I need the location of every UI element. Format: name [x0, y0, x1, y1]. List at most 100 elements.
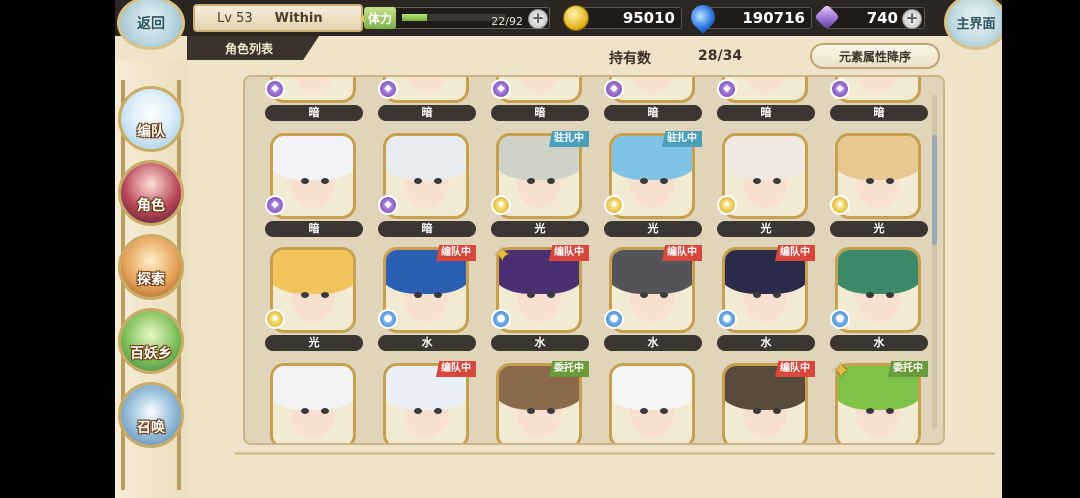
eye: [886, 408, 894, 414]
element-label: 暗: [378, 221, 476, 237]
element-label: 光: [491, 221, 589, 237]
crystal-value: 190716: [742, 9, 805, 27]
eye: [434, 292, 442, 298]
gold-coin-icon: [563, 5, 589, 31]
gem-counter: 740 +: [814, 4, 925, 30]
nav-formation-label: 编队: [137, 124, 165, 140]
eye: [660, 408, 668, 414]
eye: [414, 292, 422, 298]
element-badge-icon: ◆: [604, 79, 624, 99]
stamina-count: 22/92: [491, 15, 523, 28]
element-badge-icon: ◆: [378, 79, 398, 99]
nav-explore[interactable]: 探索: [118, 234, 184, 300]
add-stamina-button[interactable]: +: [528, 9, 548, 29]
eye: [301, 408, 309, 414]
hair: [273, 366, 353, 410]
eye: [866, 292, 874, 298]
status-tag: 委托中: [549, 361, 589, 377]
element-badge-icon: ●: [830, 309, 850, 329]
nav-village-label: 百妖乡: [130, 346, 172, 362]
eye: [640, 408, 648, 414]
element-label: 水: [830, 335, 928, 351]
add-gem-button[interactable]: +: [902, 9, 922, 29]
hair: [273, 250, 353, 294]
stamina-label: 体力: [364, 7, 397, 29]
eye: [773, 178, 781, 184]
status-tag: 编队中: [775, 361, 815, 377]
eye: [753, 408, 761, 414]
game-screen: 返回 Lv 53 Within ✦ 体力 22/92 + 95010 19071…: [115, 0, 1002, 498]
status-tag: 编队中: [436, 361, 476, 377]
eye: [753, 178, 761, 184]
hair: [273, 136, 353, 180]
character-portrait: [609, 363, 695, 443]
hair: [838, 136, 918, 180]
player-info: Lv 53 Within ✦: [193, 4, 373, 32]
character-grid: ◆ 暗 ◆ 暗 ◆ 暗 ◆ 暗 ◆ 暗 ◆ 暗 ◆ 暗 ◆ 暗 ★ 驻扎中光 ★ 驻扎中光 ★ 光 ★ 光 ★ 光 ● 编队中水 ● 编队…: [243, 75, 945, 445]
panel-rim: [235, 452, 995, 455]
nav-character[interactable]: 角色: [118, 160, 184, 226]
face: [291, 77, 335, 92]
nav-summon[interactable]: 召唤: [118, 382, 184, 448]
element-label: 暗: [717, 105, 815, 121]
face: [517, 77, 561, 92]
eye: [660, 178, 668, 184]
nav-village[interactable]: 百妖乡: [118, 308, 184, 374]
element-badge-icon: ◆: [378, 195, 398, 215]
element-label: 暗: [491, 105, 589, 121]
stamina-bar: 体力 22/92 +: [364, 7, 550, 29]
status-tag: 委托中: [888, 361, 928, 377]
blue-flame-icon: [686, 0, 720, 34]
home-button[interactable]: 主界面: [944, 0, 1002, 50]
gold-value: 95010: [622, 9, 675, 27]
element-badge-icon: ★: [491, 195, 511, 215]
eye: [414, 408, 422, 414]
home-label: 主界面: [956, 16, 996, 32]
eye: [660, 292, 668, 298]
eye: [640, 178, 648, 184]
element-badge-icon: ●: [378, 309, 398, 329]
scrollbar-thumb[interactable]: [932, 135, 937, 245]
hair: [725, 136, 805, 180]
eye: [434, 178, 442, 184]
element-label: 水: [604, 335, 702, 351]
stamina-fill: [402, 14, 427, 21]
element-badge-icon: ★: [717, 195, 737, 215]
sort-button[interactable]: 元素属性降序: [810, 43, 940, 69]
status-tag: 驻扎中: [662, 131, 702, 147]
owned-count: 28/34: [698, 48, 743, 64]
player-name: Within: [274, 10, 323, 26]
eye: [301, 292, 309, 298]
hair: [612, 366, 692, 410]
star-rank-icon: ✦: [832, 359, 851, 384]
eye: [773, 292, 781, 298]
element-label: 水: [378, 335, 476, 351]
element-badge-icon: ★: [265, 309, 285, 329]
character-portrait: [270, 363, 356, 443]
status-tag: 编队中: [662, 245, 702, 261]
nav-summon-label: 召唤: [137, 420, 165, 436]
back-button[interactable]: 返回: [117, 0, 185, 50]
gold-counter: 95010: [563, 5, 682, 31]
gem-icon: [814, 4, 840, 30]
back-label: 返回: [137, 16, 165, 32]
eye: [866, 178, 874, 184]
scrollbar[interactable]: [932, 95, 937, 429]
crystal-counter: 190716: [686, 0, 812, 34]
status-tag: 编队中: [549, 245, 589, 261]
element-badge-icon: ◆: [265, 79, 285, 99]
eye: [414, 178, 422, 184]
element-badge-icon: ★: [604, 195, 624, 215]
element-label: 暗: [265, 105, 363, 121]
star-rank-icon: ✦: [493, 243, 512, 268]
nav-formation[interactable]: 编队: [118, 86, 184, 152]
eye: [321, 408, 329, 414]
page-title: 角色列表: [187, 36, 319, 60]
eye: [527, 178, 535, 184]
eye: [547, 178, 555, 184]
element-badge-icon: ●: [604, 309, 624, 329]
gem-value: 740: [866, 9, 898, 27]
element-label: 光: [830, 221, 928, 237]
eye: [434, 408, 442, 414]
eye: [321, 292, 329, 298]
